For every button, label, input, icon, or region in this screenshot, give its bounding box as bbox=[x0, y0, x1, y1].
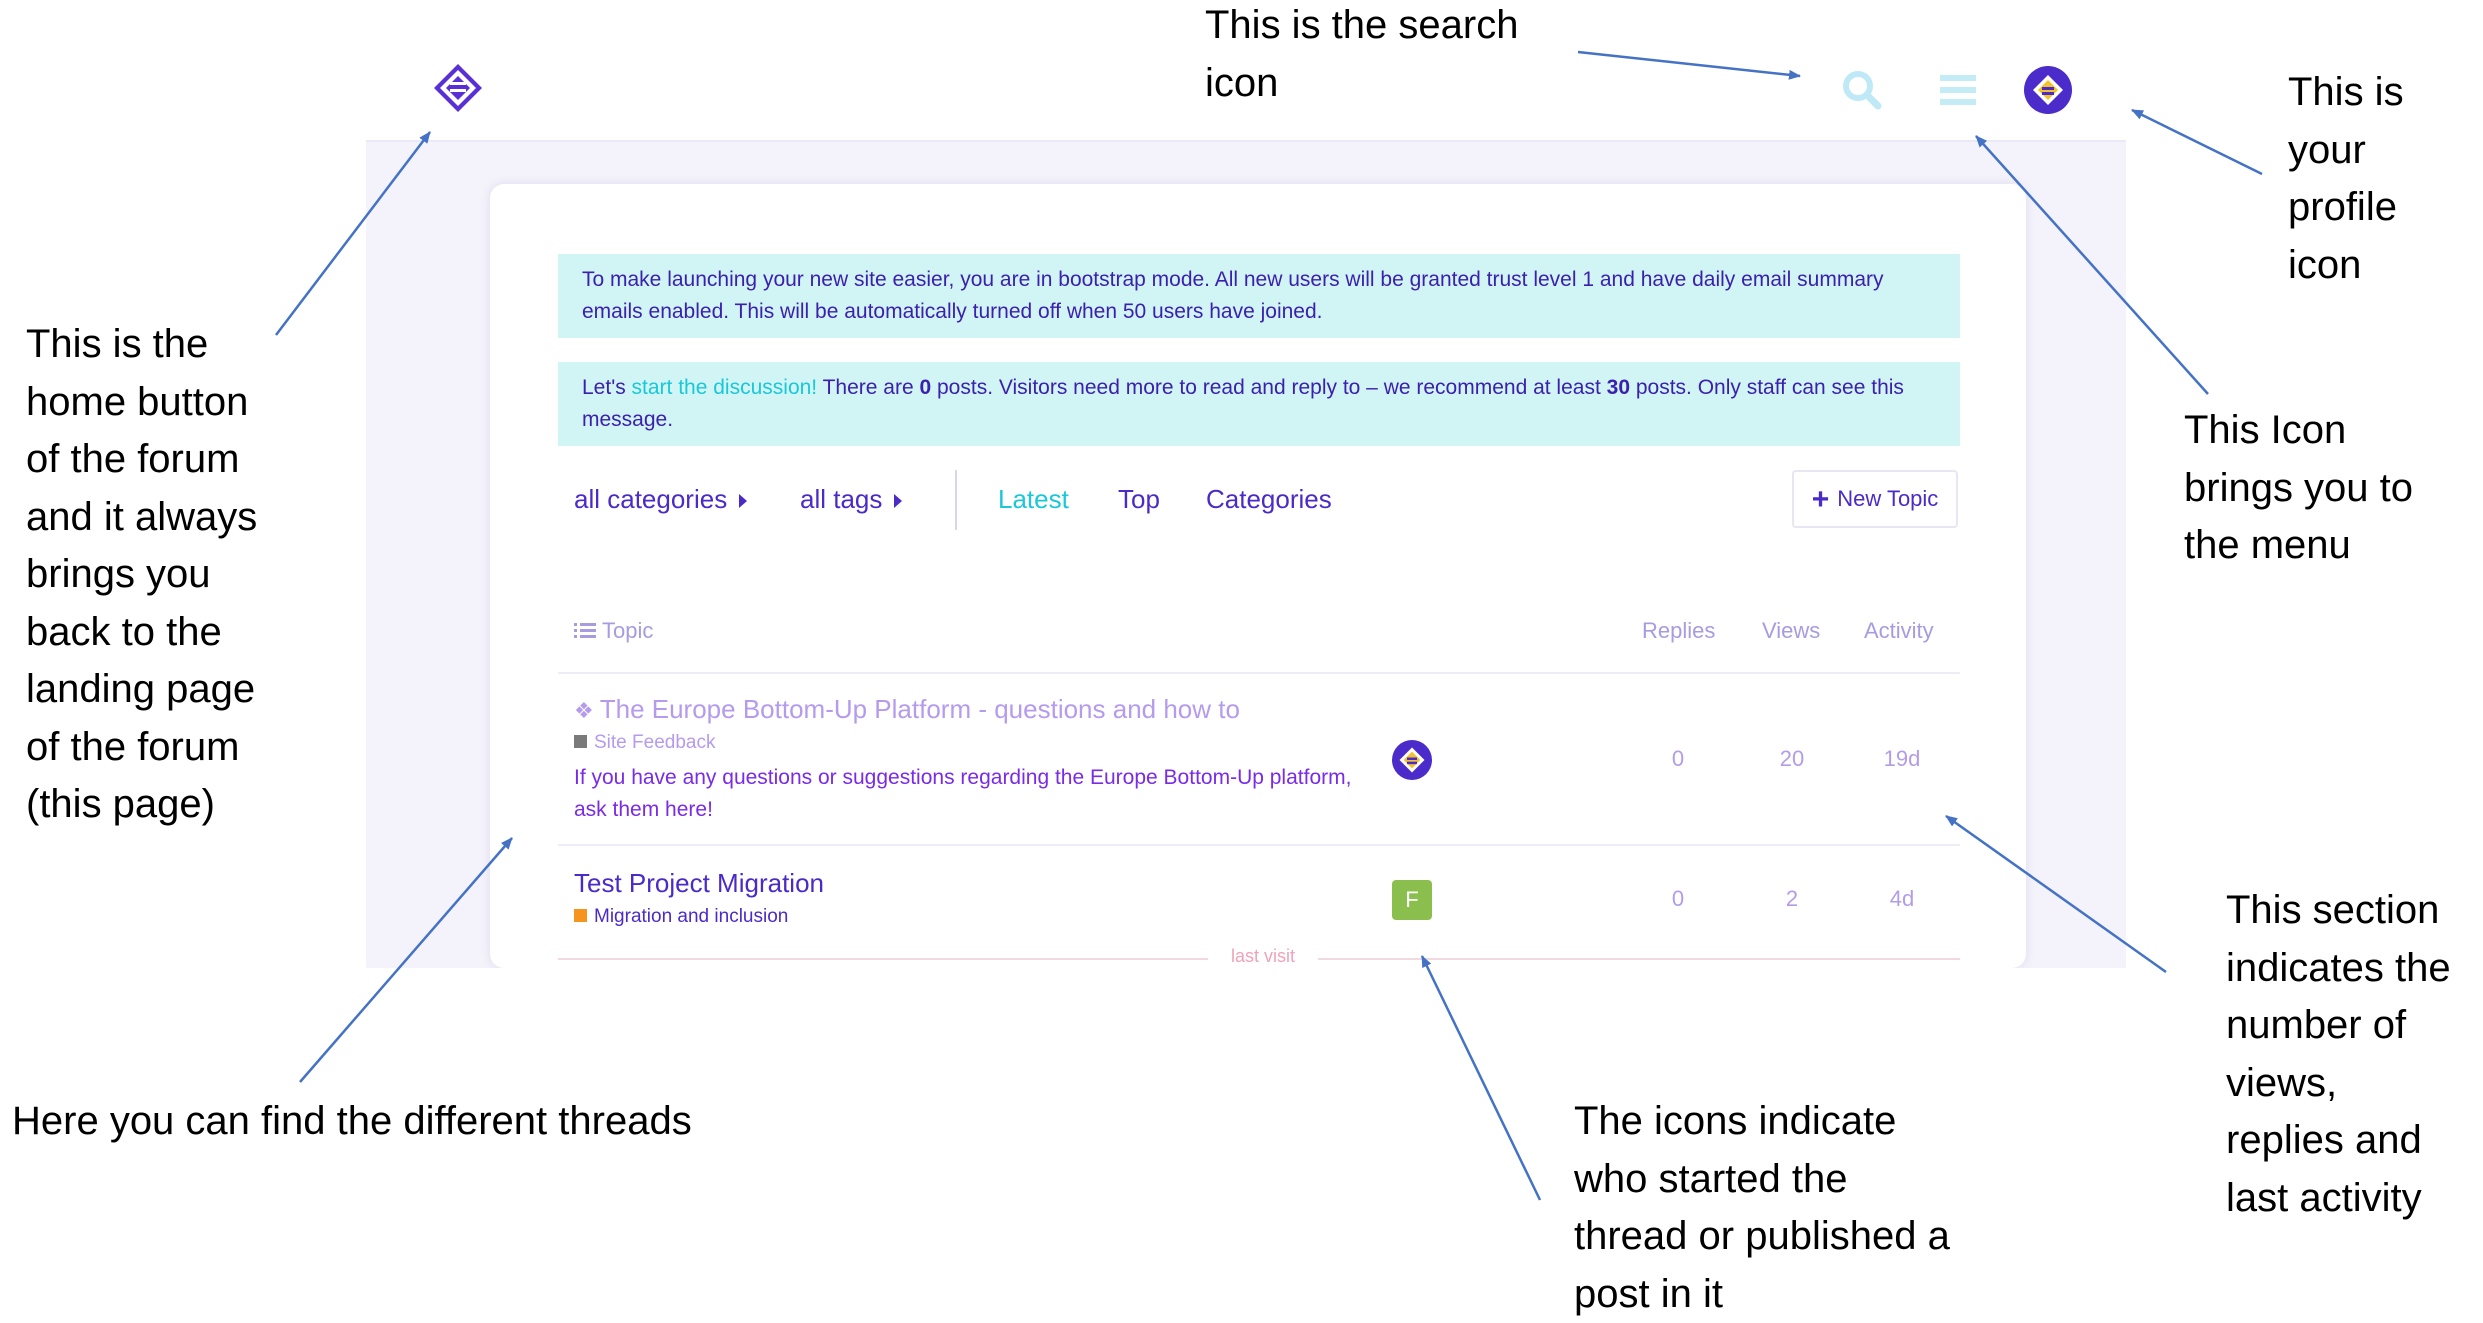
tab-categories[interactable]: Categories bbox=[1206, 484, 1332, 515]
column-header-topic-label: Topic bbox=[602, 618, 653, 643]
activity-age[interactable]: 19d bbox=[1862, 746, 1942, 772]
categories-dropdown[interactable]: all categories bbox=[574, 484, 747, 515]
categories-dropdown-label: all categories bbox=[574, 484, 727, 514]
annotation-line: icon bbox=[1205, 55, 1518, 113]
annotation-avatars: The icons indicate who started the threa… bbox=[1574, 1093, 1950, 1323]
tags-dropdown[interactable]: all tags bbox=[800, 484, 902, 515]
topic-title-link[interactable]: Test Project Migration bbox=[574, 868, 824, 899]
annotation-line: The icons indicate bbox=[1574, 1093, 1950, 1151]
header-divider bbox=[558, 672, 1960, 674]
annotation-line: indicates the bbox=[2226, 940, 2451, 998]
poster-avatar[interactable] bbox=[1392, 740, 1432, 780]
annotation-line: post in it bbox=[1574, 1266, 1950, 1323]
last-visit-label: last visit bbox=[1218, 946, 1308, 967]
annotation-line: brings you to bbox=[2184, 460, 2413, 518]
new-topic-button[interactable]: + New Topic bbox=[1792, 470, 1958, 528]
row-divider bbox=[558, 844, 1960, 846]
annotation-line: the menu bbox=[2184, 517, 2413, 575]
topic-title-text: The Europe Bottom-Up Platform - question… bbox=[600, 694, 1240, 724]
new-topic-label: New Topic bbox=[1837, 486, 1938, 511]
annotation-home: This is the home button of the forum and… bbox=[26, 316, 257, 834]
annotation-line: This is the bbox=[26, 316, 257, 374]
annotation-line: number of bbox=[2226, 997, 2451, 1055]
category-color-swatch bbox=[574, 735, 587, 748]
nav-divider bbox=[955, 470, 957, 530]
notice-prefix: Let's bbox=[582, 376, 632, 399]
annotation-line: (this page) bbox=[26, 776, 257, 834]
topic-title-link[interactable]: ❖The Europe Bottom-Up Platform - questio… bbox=[574, 694, 1240, 725]
annotation-line: home button bbox=[26, 374, 257, 432]
annotation-line: This is bbox=[2288, 64, 2404, 122]
poster-avatar[interactable]: F bbox=[1392, 880, 1432, 920]
annotation-stats: This section indicates the number of vie… bbox=[2226, 882, 2451, 1227]
annotation-profile: This is your profile icon bbox=[2288, 64, 2404, 294]
annotation-line: profile bbox=[2288, 179, 2404, 237]
annotation-line: last activity bbox=[2226, 1170, 2451, 1228]
category-color-swatch bbox=[574, 909, 587, 922]
annotation-line: your bbox=[2288, 122, 2404, 180]
topic-excerpt[interactable]: If you have any questions or suggestions… bbox=[574, 762, 1354, 826]
category-badge[interactable]: Migration and inclusion bbox=[574, 906, 788, 928]
caret-right-icon bbox=[894, 494, 902, 508]
category-label: Migration and inclusion bbox=[594, 906, 788, 927]
annotation-line: back to the bbox=[26, 604, 257, 662]
plus-icon: + bbox=[1812, 483, 1830, 516]
bootstrap-mode-notice: To make launching your new site easier, … bbox=[558, 254, 1960, 338]
list-icon bbox=[574, 622, 596, 640]
replies-count: 0 bbox=[1638, 746, 1718, 772]
annotation-line: This section bbox=[2226, 882, 2451, 940]
search-icon[interactable] bbox=[1838, 66, 1886, 114]
column-header-views[interactable]: Views bbox=[1762, 618, 1820, 644]
annotation-line: brings you bbox=[26, 546, 257, 604]
annotation-line: landing page bbox=[26, 661, 257, 719]
annotation-line: thread or published a bbox=[1574, 1208, 1950, 1266]
recommended-count: 30 bbox=[1607, 376, 1630, 399]
profile-avatar-icon[interactable] bbox=[2024, 66, 2072, 114]
annotation-line: of the forum bbox=[26, 431, 257, 489]
category-label: Site Feedback bbox=[594, 732, 715, 753]
start-discussion-link[interactable]: start the discussion! bbox=[632, 376, 818, 399]
views-count: 2 bbox=[1752, 886, 1832, 912]
arrow-profile bbox=[2132, 110, 2262, 174]
tags-dropdown-label: all tags bbox=[800, 484, 882, 514]
views-count: 20 bbox=[1752, 746, 1832, 772]
last-visit-line-left bbox=[558, 958, 1208, 960]
annotation-line: This is the search bbox=[1205, 0, 1518, 55]
annotation-line: icon bbox=[2288, 237, 2404, 295]
pin-icon: ❖ bbox=[574, 698, 594, 723]
annotation-line: of the forum bbox=[26, 719, 257, 777]
annotation-line: who started the bbox=[1574, 1151, 1950, 1209]
bootstrap-notice-text: To make launching your new site easier, … bbox=[582, 268, 1884, 323]
annotation-line: replies and bbox=[2226, 1112, 2451, 1170]
annotation-line: views, bbox=[2226, 1055, 2451, 1113]
annotation-search: This is the search icon bbox=[1205, 0, 1518, 112]
replies-count: 0 bbox=[1638, 886, 1718, 912]
annotation-line: and it always bbox=[26, 489, 257, 547]
discussion-notice: Let's start the discussion! There are 0 … bbox=[558, 362, 1960, 446]
last-visit-divider: last visit bbox=[558, 946, 1960, 970]
column-header-activity[interactable]: Activity bbox=[1864, 618, 1934, 644]
last-visit-line-right bbox=[1318, 958, 1960, 960]
column-header-topic[interactable]: Topic bbox=[574, 618, 653, 644]
notice-text-2: posts. Visitors need more to read and re… bbox=[931, 376, 1606, 399]
forum-logo-icon[interactable] bbox=[430, 60, 486, 116]
hamburger-menu-icon[interactable] bbox=[1934, 66, 1982, 114]
activity-age[interactable]: 4d bbox=[1862, 886, 1942, 912]
notice-text-1: There are bbox=[817, 376, 919, 399]
column-header-replies[interactable]: Replies bbox=[1642, 618, 1715, 644]
caret-right-icon bbox=[739, 494, 747, 508]
annotation-line: This Icon bbox=[2184, 402, 2413, 460]
annotation-threads: Here you can find the different threads bbox=[12, 1093, 692, 1151]
post-count: 0 bbox=[919, 376, 931, 399]
annotation-menu: This Icon brings you to the menu bbox=[2184, 402, 2413, 575]
tab-top[interactable]: Top bbox=[1118, 484, 1160, 515]
tab-latest[interactable]: Latest bbox=[998, 484, 1069, 515]
category-badge[interactable]: Site Feedback bbox=[574, 732, 715, 754]
